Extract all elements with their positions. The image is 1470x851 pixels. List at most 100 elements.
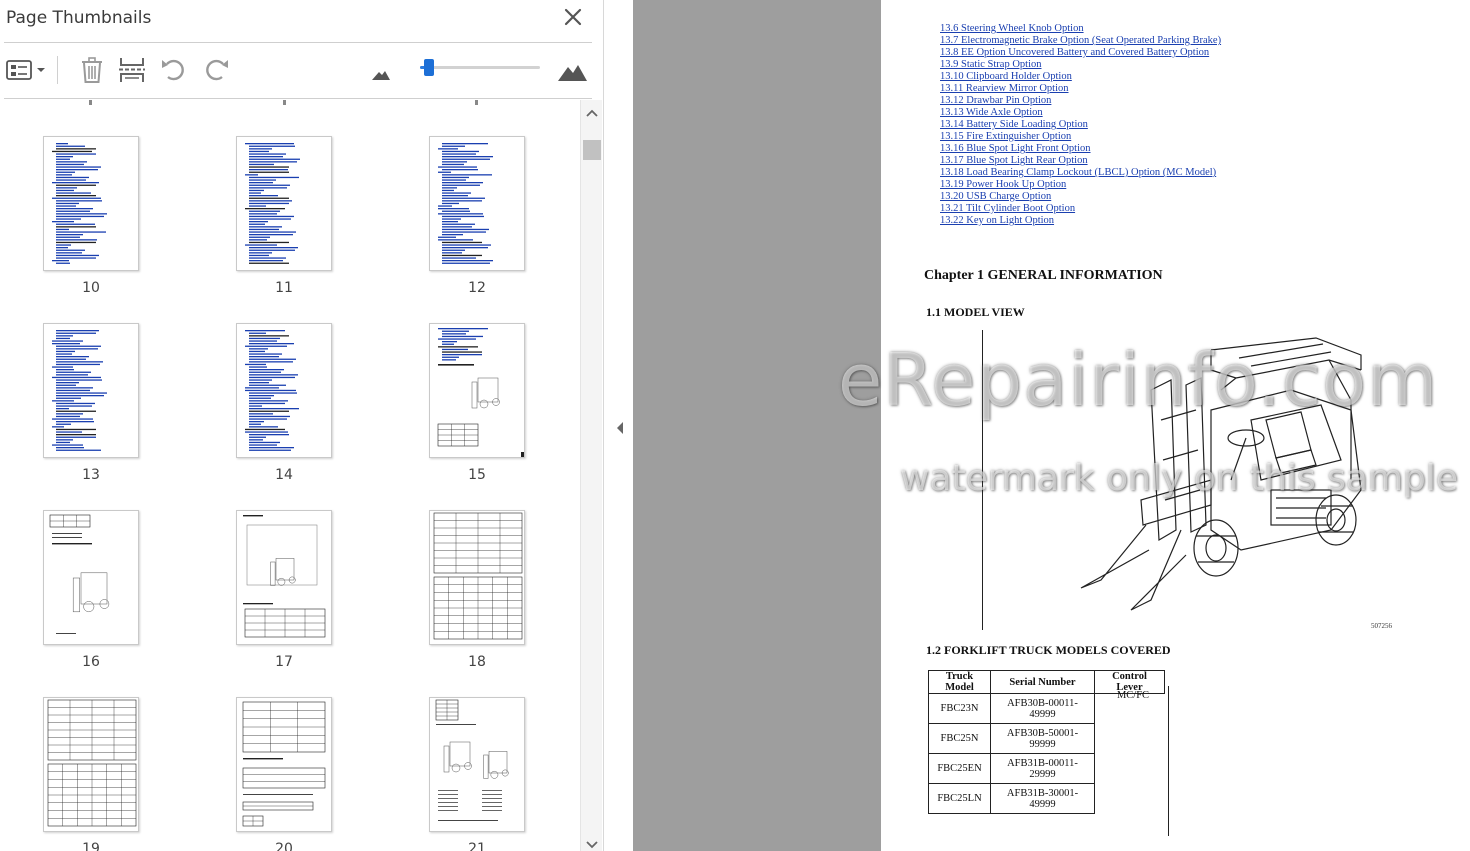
toc-link[interactable]: 13.18 Load Bearing Clamp Lockout (LBCL) …: [940, 167, 1221, 179]
thumbnail-preview: [242, 701, 326, 827]
scroll-up-icon[interactable]: [585, 108, 599, 118]
thumbnail-item[interactable]: 13: [21, 323, 161, 493]
figure-number: 507256: [1371, 622, 1392, 630]
toc-link[interactable]: 13.20 USB Charge Option: [940, 191, 1221, 203]
toc-link[interactable]: 13.15 Fire Extinguisher Option: [940, 131, 1221, 143]
thumbnail-page-16[interactable]: [43, 510, 139, 645]
toc-link[interactable]: 13.22 Key on Light Option: [940, 215, 1221, 227]
thumbnail-page-number: 15: [468, 467, 486, 483]
thumbnail-preview: [433, 512, 523, 640]
thumbnail-preview: [438, 143, 493, 264]
thumbnail-item[interactable]: 17: [214, 510, 354, 680]
chapter-title: Chapter 1 GENERAL INFORMATION: [924, 268, 1163, 283]
toc-link[interactable]: 13.8 EE Option Uncovered Battery and Cov…: [940, 47, 1221, 59]
thumbnail-options-icon: [6, 60, 45, 80]
thumbnail-preview: [52, 143, 107, 264]
collapse-panel-icon[interactable]: [615, 421, 625, 435]
thumbnail-item[interactable]: 15: [407, 323, 547, 493]
toc-link[interactable]: 13.9 Static Strap Option: [940, 59, 1221, 71]
rotate-clockwise-icon: [206, 59, 228, 81]
document-gutter: [633, 0, 881, 851]
thumbnail-page-13[interactable]: [43, 323, 139, 458]
slider-handle[interactable]: [424, 59, 434, 76]
thumbnail-page-20[interactable]: [236, 697, 332, 832]
toc-link[interactable]: 13.7 Electromagnetic Brake Option (Seat …: [940, 35, 1221, 47]
thumbnail-page-number: 18: [468, 654, 486, 670]
thumbnail-page-19[interactable]: [43, 697, 139, 832]
document-page: 13.6 Steering Wheel Knob Option 13.7 Elec…: [881, 0, 1470, 851]
close-icon: [564, 8, 582, 26]
large-mountain-icon: [558, 65, 587, 81]
thumbnail-page-number: 16: [82, 654, 100, 670]
thumbnail-list[interactable]: 10 11 12 13 14 15 16 17 18 19 20 21: [0, 100, 580, 851]
thumbnail-page-number: 13: [82, 467, 100, 483]
truck-model-cell: FBC25N: [928, 723, 991, 754]
zoom-in-thumbnails-button[interactable]: [556, 54, 588, 86]
thumbnail-page-11[interactable]: [236, 136, 332, 271]
toc-link[interactable]: 13.6 Steering Wheel Knob Option: [940, 23, 1221, 35]
thumbnail-preview: [49, 514, 110, 634]
insert-pages-icon: [119, 58, 145, 82]
serial-number-cell: AFB30B-50001-99999: [990, 723, 1095, 754]
thumbnail-page-10[interactable]: [43, 136, 139, 271]
thumbnail-page-number: 10: [82, 280, 100, 296]
thumbnail-item[interactable]: 10: [21, 136, 161, 306]
scroll-down-icon[interactable]: [585, 840, 599, 850]
toc-link[interactable]: 13.14 Battery Side Loading Option: [940, 119, 1221, 131]
toc-link[interactable]: 13.17 Blue Spot Light Rear Option: [940, 155, 1221, 167]
thumbnail-item[interactable]: 16: [21, 510, 161, 680]
serial-number-cell: AFB31B-30001-49999: [990, 783, 1095, 814]
thumbnail-page-15[interactable]: [429, 323, 525, 458]
thumbnail-item[interactable]: 21: [407, 697, 547, 851]
thumbnail-options-button[interactable]: [4, 54, 48, 86]
thumbnail-page-number: 11: [275, 280, 293, 296]
trash-icon: [82, 57, 102, 83]
toc-link[interactable]: 13.21 Tilt Cylinder Boot Option: [940, 203, 1221, 215]
delete-pages-button[interactable]: [76, 54, 108, 86]
section-heading-models-covered: 1.2 FORKLIFT TRUCK MODELS COVERED: [926, 643, 1171, 657]
toolbar-separator: [57, 56, 58, 84]
thumbnail-item[interactable]: 14: [214, 323, 354, 493]
toc-link[interactable]: 13.19 Power Hook Up Option: [940, 179, 1221, 191]
rotate-clockwise-button[interactable]: [200, 54, 232, 86]
close-panel-button[interactable]: [560, 4, 586, 30]
toc-link[interactable]: 13.11 Rearview Mirror Option: [940, 83, 1221, 95]
toc-link[interactable]: 13.10 Clipboard Holder Option: [940, 71, 1221, 83]
insert-pages-button[interactable]: [116, 54, 148, 86]
thumbnail-page-17[interactable]: [236, 510, 332, 645]
page-thumbnails-panel: Page Thumbnails 10 11 12 13 14 15 16 17 …: [0, 0, 604, 851]
header-divider: [4, 42, 592, 43]
panel-splitter[interactable]: [605, 0, 633, 851]
toolbar-divider: [4, 98, 592, 99]
thumbnail-page-number: 21: [468, 841, 486, 851]
thumbnail-preview: [435, 699, 509, 821]
thumbnail-preview: [437, 328, 524, 457]
thumbnail-page-number: 14: [275, 467, 293, 483]
header-truck-model: Truck Model: [928, 670, 991, 694]
thumbnail-page-18[interactable]: [429, 510, 525, 645]
scrollbar-thumb[interactable]: [583, 140, 601, 160]
thumbnail-page-21[interactable]: [429, 697, 525, 832]
toc-link[interactable]: 13.16 Blue Spot Light Front Option: [940, 143, 1221, 155]
thumbnail-page-12[interactable]: [429, 136, 525, 271]
thumbnail-item[interactable]: 11: [214, 136, 354, 306]
previous-row-stub: [89, 100, 92, 105]
thumbnail-item[interactable]: 19: [21, 697, 161, 851]
thumbnail-page-14[interactable]: [236, 323, 332, 458]
panel-title: Page Thumbnails: [6, 8, 152, 28]
control-lever-value: MC/FC: [1116, 690, 1150, 701]
toc-link[interactable]: 13.13 Wide Axle Option: [940, 107, 1221, 119]
rotate-counterclockwise-button[interactable]: [158, 54, 190, 86]
thumbnail-item[interactable]: 12: [407, 136, 547, 306]
thumbnail-item[interactable]: 18: [407, 510, 547, 680]
thumbnail-page-number: 20: [275, 841, 293, 851]
rotate-counterclockwise-icon: [162, 59, 184, 81]
zoom-out-thumbnails-button[interactable]: [366, 54, 398, 86]
thumbnails-scrollbar[interactable]: [580, 100, 602, 851]
thumbnail-size-slider[interactable]: [420, 59, 540, 76]
thumbnail-page-number: 17: [275, 654, 293, 670]
serial-number-cell: AFB30B-00011-49999: [990, 693, 1095, 724]
toc-link[interactable]: 13.12 Drawbar Pin Option: [940, 95, 1221, 107]
control-lever-column-border: [1099, 686, 1169, 836]
thumbnail-item[interactable]: 20: [214, 697, 354, 851]
